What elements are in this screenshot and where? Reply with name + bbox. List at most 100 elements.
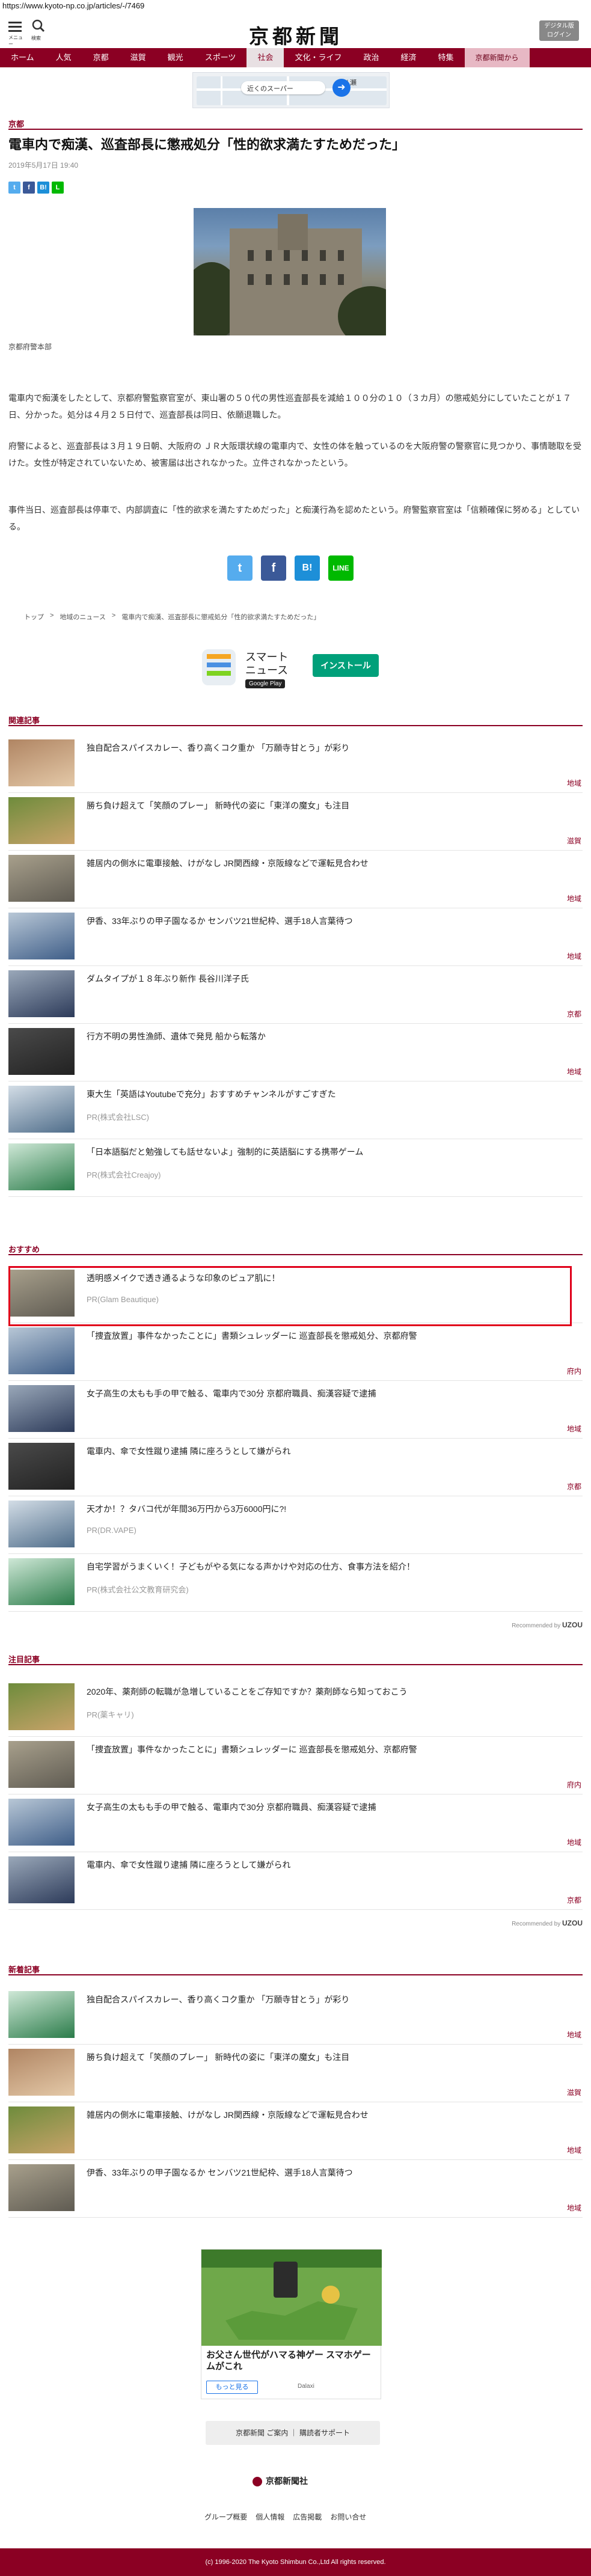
list-item-title[interactable]: 「捜査放置」事件なかったことに」書類シュレッダーに 巡査部長を懲戒処分、京都府警 [87, 1330, 568, 1342]
list-item-title[interactable]: 雑居内の側水に電車接触、けがなし JR関西線・京阪線などで運転見合わせ [87, 2109, 568, 2121]
list-item-title[interactable]: 伊香、33年ぶりの甲子園なるか センバツ21世紀枠、選手18人言葉待つ [87, 2167, 568, 2179]
list-item-title[interactable]: ダムタイプが１８年ぶり新作 長谷川洋子氏 [87, 973, 568, 985]
list-item-thumbnail[interactable] [8, 1501, 75, 1547]
list-item-category[interactable]: 地域 [567, 778, 581, 788]
list-item-title[interactable]: 独自配合スパイスカレー、香り高くコク重か 「万願寺甘とう」が彩り [87, 742, 568, 754]
list-item-thumbnail[interactable] [8, 1327, 75, 1374]
twitter-share-button[interactable]: t [227, 555, 253, 581]
list-item[interactable]: 電車内、傘で女性蹴り逮捕 隣に座ろうとして嫌がられ京都 [8, 1856, 583, 1914]
list-item[interactable]: 2020年、薬剤師の転職が急増していることをご存知ですか？薬剤師なら知っておこう… [8, 1683, 583, 1741]
list-item-thumbnail[interactable] [8, 1558, 75, 1605]
nav-item[interactable]: 観光 [157, 48, 194, 67]
list-item[interactable]: 行方不明の男性漁師、遺体で発見 船から転落か地域 [8, 1028, 583, 1086]
list-item-thumbnail[interactable] [8, 913, 75, 959]
list-item-thumbnail[interactable] [8, 1799, 75, 1846]
game-ad[interactable]: お父さん世代がハマる神ゲー スマホゲームがこれ もっと見る Dalaxi [201, 2249, 382, 2399]
list-item-category[interactable]: 京都 [567, 1009, 581, 1019]
list-item[interactable]: 雑居内の側水に電車接触、けがなし JR関西線・京阪線などで運転見合わせ地域 [8, 855, 583, 913]
facebook-share-icon[interactable]: f [23, 182, 35, 194]
nav-item[interactable]: 京都新聞から [464, 48, 530, 67]
site-logo[interactable]: 京都新聞 [224, 20, 368, 48]
list-item-category[interactable]: 滋賀 [567, 836, 581, 846]
list-item-category[interactable]: 地域 [567, 1066, 581, 1077]
facebook-share-button[interactable]: f [261, 555, 286, 581]
top-map-ad[interactable]: 八瀬 近くのスーパー ➜ [192, 72, 390, 108]
breadcrumb-item[interactable]: トップ [24, 612, 44, 622]
list-item[interactable]: 勝ち負け超えて「笑顔のプレー」 新時代の姿に「東洋の魔女」も注目滋賀 [8, 797, 583, 855]
menu-button[interactable]: メニュー [8, 19, 24, 47]
list-item-thumbnail[interactable] [8, 1741, 75, 1788]
list-item-category[interactable]: 地域 [567, 951, 581, 961]
nav-item[interactable]: 政治 [352, 48, 390, 67]
list-item-title[interactable]: 行方不明の男性漁師、遺体で発見 船から転落か [87, 1030, 568, 1042]
footer-link[interactable]: グループ概要 [204, 2512, 247, 2522]
list-item[interactable]: 自宅学習がうまくいく！子どもがやる気になる声かけや対応の仕方、食事方法を紹介！ P… [8, 1558, 583, 1616]
list-item[interactable]: 女子高生の太もも手の甲で触る、電車内で30分 京都府職員、痴漢容疑で逮捕 地域 [8, 1385, 583, 1443]
list-item[interactable]: ダムタイプが１８年ぶり新作 長谷川洋子氏京都 [8, 970, 583, 1028]
google-play-badge[interactable]: Google Play [245, 679, 286, 688]
list-item-thumbnail[interactable] [8, 1385, 75, 1432]
list-item-thumbnail[interactable] [8, 1991, 75, 2038]
list-item-title[interactable]: 勝ち負け超えて「笑顔のプレー」 新時代の姿に「東洋の魔女」も注目 [87, 800, 568, 812]
list-item-category[interactable]: 地域 [567, 893, 581, 904]
list-item[interactable]: 伊香、33年ぶりの甲子園なるか センバツ21世紀枠、選手18人言葉待つ地域 [8, 2164, 583, 2222]
breadcrumb-item[interactable]: 地域のニュース [60, 612, 105, 622]
hatena-share-icon[interactable]: B! [37, 182, 49, 194]
nav-item[interactable]: 特集 [427, 48, 465, 67]
list-item-category[interactable]: 地域 [567, 1837, 581, 1847]
list-item[interactable]: 女子高生の太もも手の甲で触る、電車内で30分 京都府職員、痴漢容疑で逮捕地域 [8, 1799, 583, 1856]
list-item-category[interactable]: 地域 [567, 1424, 581, 1434]
list-item-thumbnail[interactable] [8, 1086, 75, 1133]
list-item-thumbnail[interactable] [8, 2106, 75, 2153]
list-item[interactable]: 天才か！？タバコ代が年間36万円から3万6000円に?! PR(DR.VAPE) [8, 1501, 583, 1558]
list-item-thumbnail[interactable] [8, 970, 75, 1017]
ad-search-pill[interactable]: 近くのスーパー [241, 81, 325, 94]
list-item[interactable]: 「捜査放置」事件なかったことに」書類シュレッダーに 巡査部長を懲戒処分、京都府警… [8, 1741, 583, 1799]
list-item[interactable]: 「捜査放置」事件なかったことに」書類シュレッダーに 巡査部長を懲戒処分、京都府警… [8, 1327, 583, 1385]
footer-link[interactable]: お問い合せ [330, 2512, 366, 2522]
digital-login-button[interactable]: デジタル版 ログイン [539, 20, 579, 41]
nav-item[interactable]: ホーム [0, 48, 45, 67]
list-item-title[interactable]: 電車内、傘で女性蹴り逮捕 隣に座ろうとして嫌がられ [87, 1859, 568, 1871]
list-item-thumbnail[interactable] [8, 1143, 75, 1190]
list-item[interactable]: 電車内、傘で女性蹴り逮捕 隣に座ろうとして嫌がられ京都 [8, 1443, 583, 1501]
list-item[interactable]: 勝ち負け超えて「笑顔のプレー」 新時代の姿に「東洋の魔女」も注目 滋賀 [8, 2049, 583, 2106]
line-share-icon[interactable]: L [52, 182, 64, 194]
list-item-thumbnail[interactable] [8, 1028, 75, 1075]
list-item-title[interactable]: 雑居内の側水に電車接触、けがなし JR関西線・京阪線などで運転見合わせ [87, 857, 568, 869]
list-item-category[interactable]: 滋賀 [567, 2087, 581, 2097]
footer-logo[interactable]: 京都新聞社 [253, 2475, 308, 2487]
list-item-category[interactable]: 京都 [567, 1481, 581, 1491]
article-category[interactable]: 京都 [8, 118, 24, 129]
smartnews-app-banner[interactable]: スマート ニュース Google Play インストール [195, 638, 397, 696]
list-item-category[interactable]: 地域 [567, 2203, 581, 2213]
list-item-thumbnail[interactable] [8, 1443, 75, 1490]
list-item-thumbnail[interactable] [8, 739, 75, 786]
game-ad-more-button[interactable]: もっと見る [206, 2381, 258, 2394]
nav-item[interactable]: 滋賀 [120, 48, 157, 67]
list-item-category[interactable]: 地域 [567, 2030, 581, 2040]
list-item[interactable]: 独自配合スパイスカレー、香り高くコク重か 「万願寺甘とう」が彩り地域 [8, 739, 583, 797]
footer-link[interactable]: 広告掲載 [293, 2512, 322, 2522]
list-item-title[interactable]: 天才か！？タバコ代が年間36万円から3万6000円に?! [87, 1503, 568, 1515]
list-item-thumbnail[interactable] [8, 855, 75, 902]
list-item-title[interactable]: 女子高生の太もも手の甲で触る、電車内で30分 京都府職員、痴漢容疑で逮捕 [87, 1801, 568, 1813]
footer-link[interactable]: 個人情報 [256, 2512, 284, 2522]
list-item-title[interactable]: 独自配合スパイスカレー、香り高くコク重か 「万願寺甘とう」が彩り [87, 1993, 568, 2005]
list-item-thumbnail[interactable] [8, 2164, 75, 2211]
list-item[interactable]: 東大生「英語はYoutubeで充分」おすすめチャンネルがすごすぎた PR(株式会社… [8, 1086, 583, 1143]
list-item-title[interactable]: 「捜査放置」事件なかったことに」書類シュレッダーに 巡査部長を懲戒処分、京都府警 [87, 1743, 568, 1755]
nav-item[interactable]: スポーツ [194, 48, 247, 67]
list-item-thumbnail[interactable] [8, 1856, 75, 1903]
nav-item[interactable]: 社会 [247, 48, 284, 67]
hatena-share-button[interactable]: B! [295, 555, 320, 581]
list-item-category[interactable]: 地域 [567, 2145, 581, 2155]
article-photo[interactable] [194, 208, 386, 335]
list-item-title[interactable]: 「日本語脳だと勉強しても話せないよ」強制的に英語脳にする携帯ゲーム [87, 1146, 568, 1158]
list-item-title[interactable]: 電車内、傘で女性蹴り逮捕 隣に座ろうとして嫌がられ [87, 1445, 568, 1457]
directions-icon[interactable]: ➜ [332, 79, 351, 97]
nav-item[interactable]: 人気 [45, 48, 82, 67]
list-item-category[interactable]: 京都 [567, 1895, 581, 1905]
nav-item[interactable]: 京都 [82, 48, 120, 67]
list-item[interactable]: 「日本語脳だと勉強しても話せないよ」強制的に英語脳にする携帯ゲーム PR(株式会社… [8, 1143, 583, 1201]
